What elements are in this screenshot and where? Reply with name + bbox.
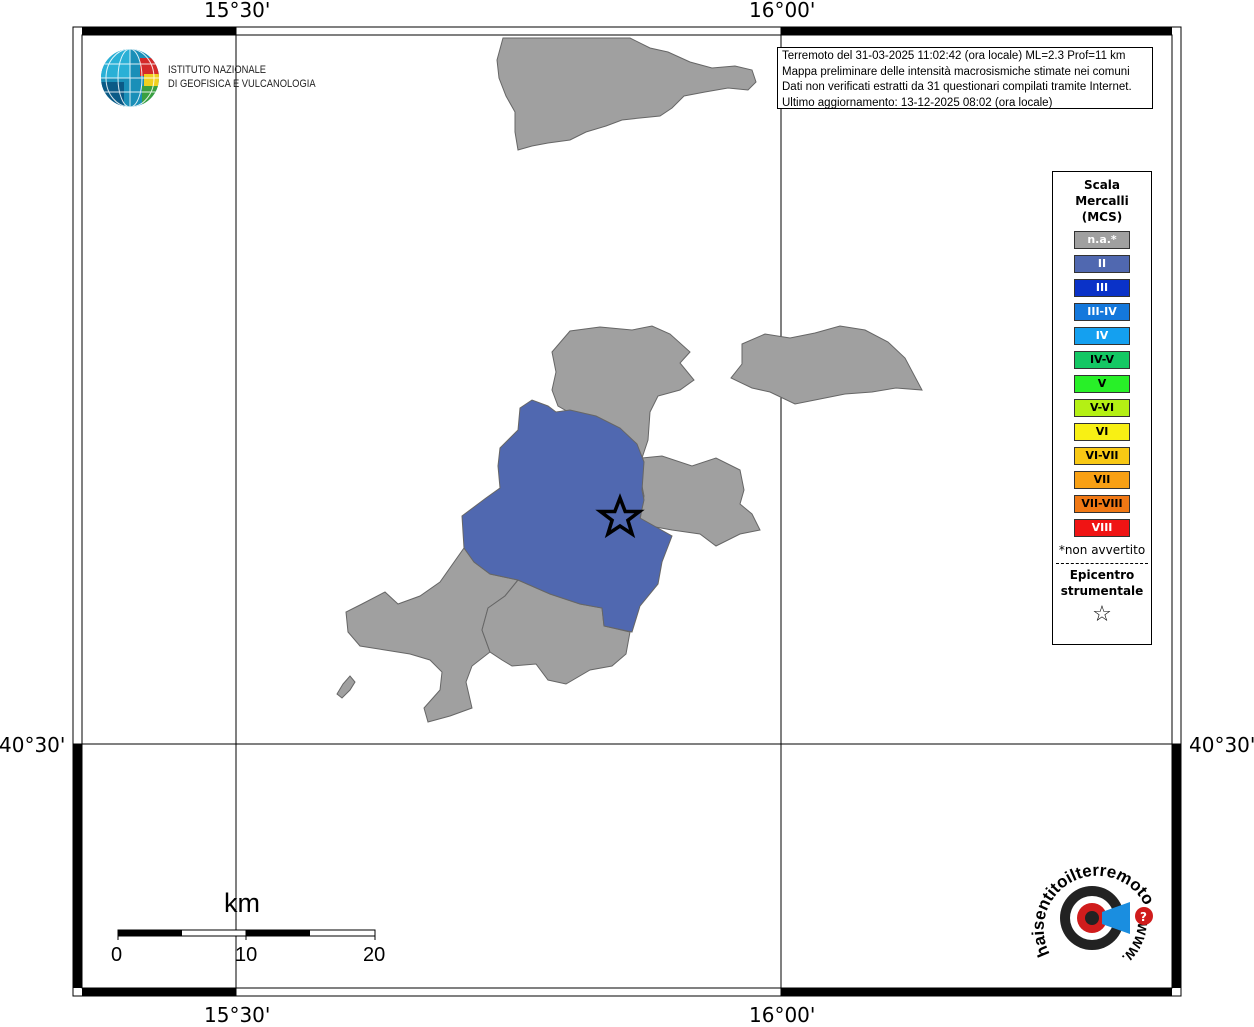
longitude-label-top-left: 15°30' <box>204 0 271 22</box>
scale-tick-0: 0 <box>111 944 123 966</box>
legend-divider <box>1056 563 1148 564</box>
scale-tick-20: 20 <box>363 944 386 966</box>
legend-swatch: VI-VII <box>1074 447 1130 465</box>
mcs-legend: Scala Mercalli (MCS) n.a.* II III III-IV IV I… <box>1052 171 1152 645</box>
ingv-name-line2: DI GEOFISICA E VULCANOLOGIA <box>168 78 316 90</box>
info-line-event: Terremoto del 31-03-2025 11:02:42 (ora l… <box>782 50 1126 62</box>
longitude-label-bottom-right: 16°00' <box>749 1003 816 1027</box>
latitude-label-left: 40°30' <box>0 733 66 757</box>
svg-text:?: ? <box>1140 910 1147 924</box>
info-line-update: Ultimo aggiornamento: 13-12-2025 08:02 (… <box>782 96 1053 109</box>
legend-epicenter-title: Epicentro strumentale <box>1053 567 1151 599</box>
legend-title-line1: Scala <box>1083 178 1121 192</box>
legend-swatch: II <box>1074 255 1130 273</box>
legend-swatch: VIII <box>1074 519 1130 537</box>
scale-bar-title: km <box>224 888 260 918</box>
legend-star-icon: ☆ <box>1092 602 1112 627</box>
legend-swatch: n.a.* <box>1074 231 1130 249</box>
legend-swatch: VII <box>1074 471 1130 489</box>
ingv-name: ISTITUTO NAZIONALE DI GEOFISICA E VULCAN… <box>168 63 316 91</box>
scale-tick-10: 10 <box>235 944 258 966</box>
legend-swatch: IV-V <box>1074 351 1130 369</box>
legend-title: Scala Mercalli (MCS) <box>1053 177 1151 225</box>
ingv-name-line1: ISTITUTO NAZIONALE <box>168 64 267 76</box>
legend-swatch: III-IV <box>1074 303 1130 321</box>
legend-swatches: n.a.* II III III-IV IV IV-V V V-VI VI VI-VII VII VI… <box>1053 231 1151 537</box>
legend-swatch: III <box>1074 279 1130 297</box>
legend-swatch: VII-VIII <box>1074 495 1130 513</box>
legend-title-line2: Mercalli <box>1075 194 1129 208</box>
legend-title-line3: (MCS) <box>1081 210 1123 224</box>
info-line-map: Mappa preliminare delle intensità macros… <box>782 65 1130 78</box>
legend-note: *non avvertito <box>1058 543 1146 557</box>
hsit-logo[interactable]: haisentitoilterremoto.it WWW. ? <box>1026 856 1158 976</box>
info-line-data: Dati non verificati estratti da 31 quest… <box>782 81 1132 93</box>
longitude-label-top-right: 16°00' <box>749 0 816 22</box>
legend-swatch: V-VI <box>1074 399 1130 417</box>
legend-swatch: IV <box>1074 327 1130 345</box>
legend-swatch: VI <box>1074 423 1130 441</box>
legend-swatch: V <box>1074 375 1130 393</box>
earthquake-info-box: Terremoto del 31-03-2025 11:02:42 (ora l… <box>777 47 1153 109</box>
ingv-globe-icon <box>101 49 159 107</box>
latitude-label-right: 40°30' <box>1189 733 1254 757</box>
longitude-label-bottom-left: 15°30' <box>204 1003 271 1027</box>
legend-epicenter-line2: strumentale <box>1060 584 1144 598</box>
legend-epicenter-line1: Epicentro <box>1069 568 1135 582</box>
